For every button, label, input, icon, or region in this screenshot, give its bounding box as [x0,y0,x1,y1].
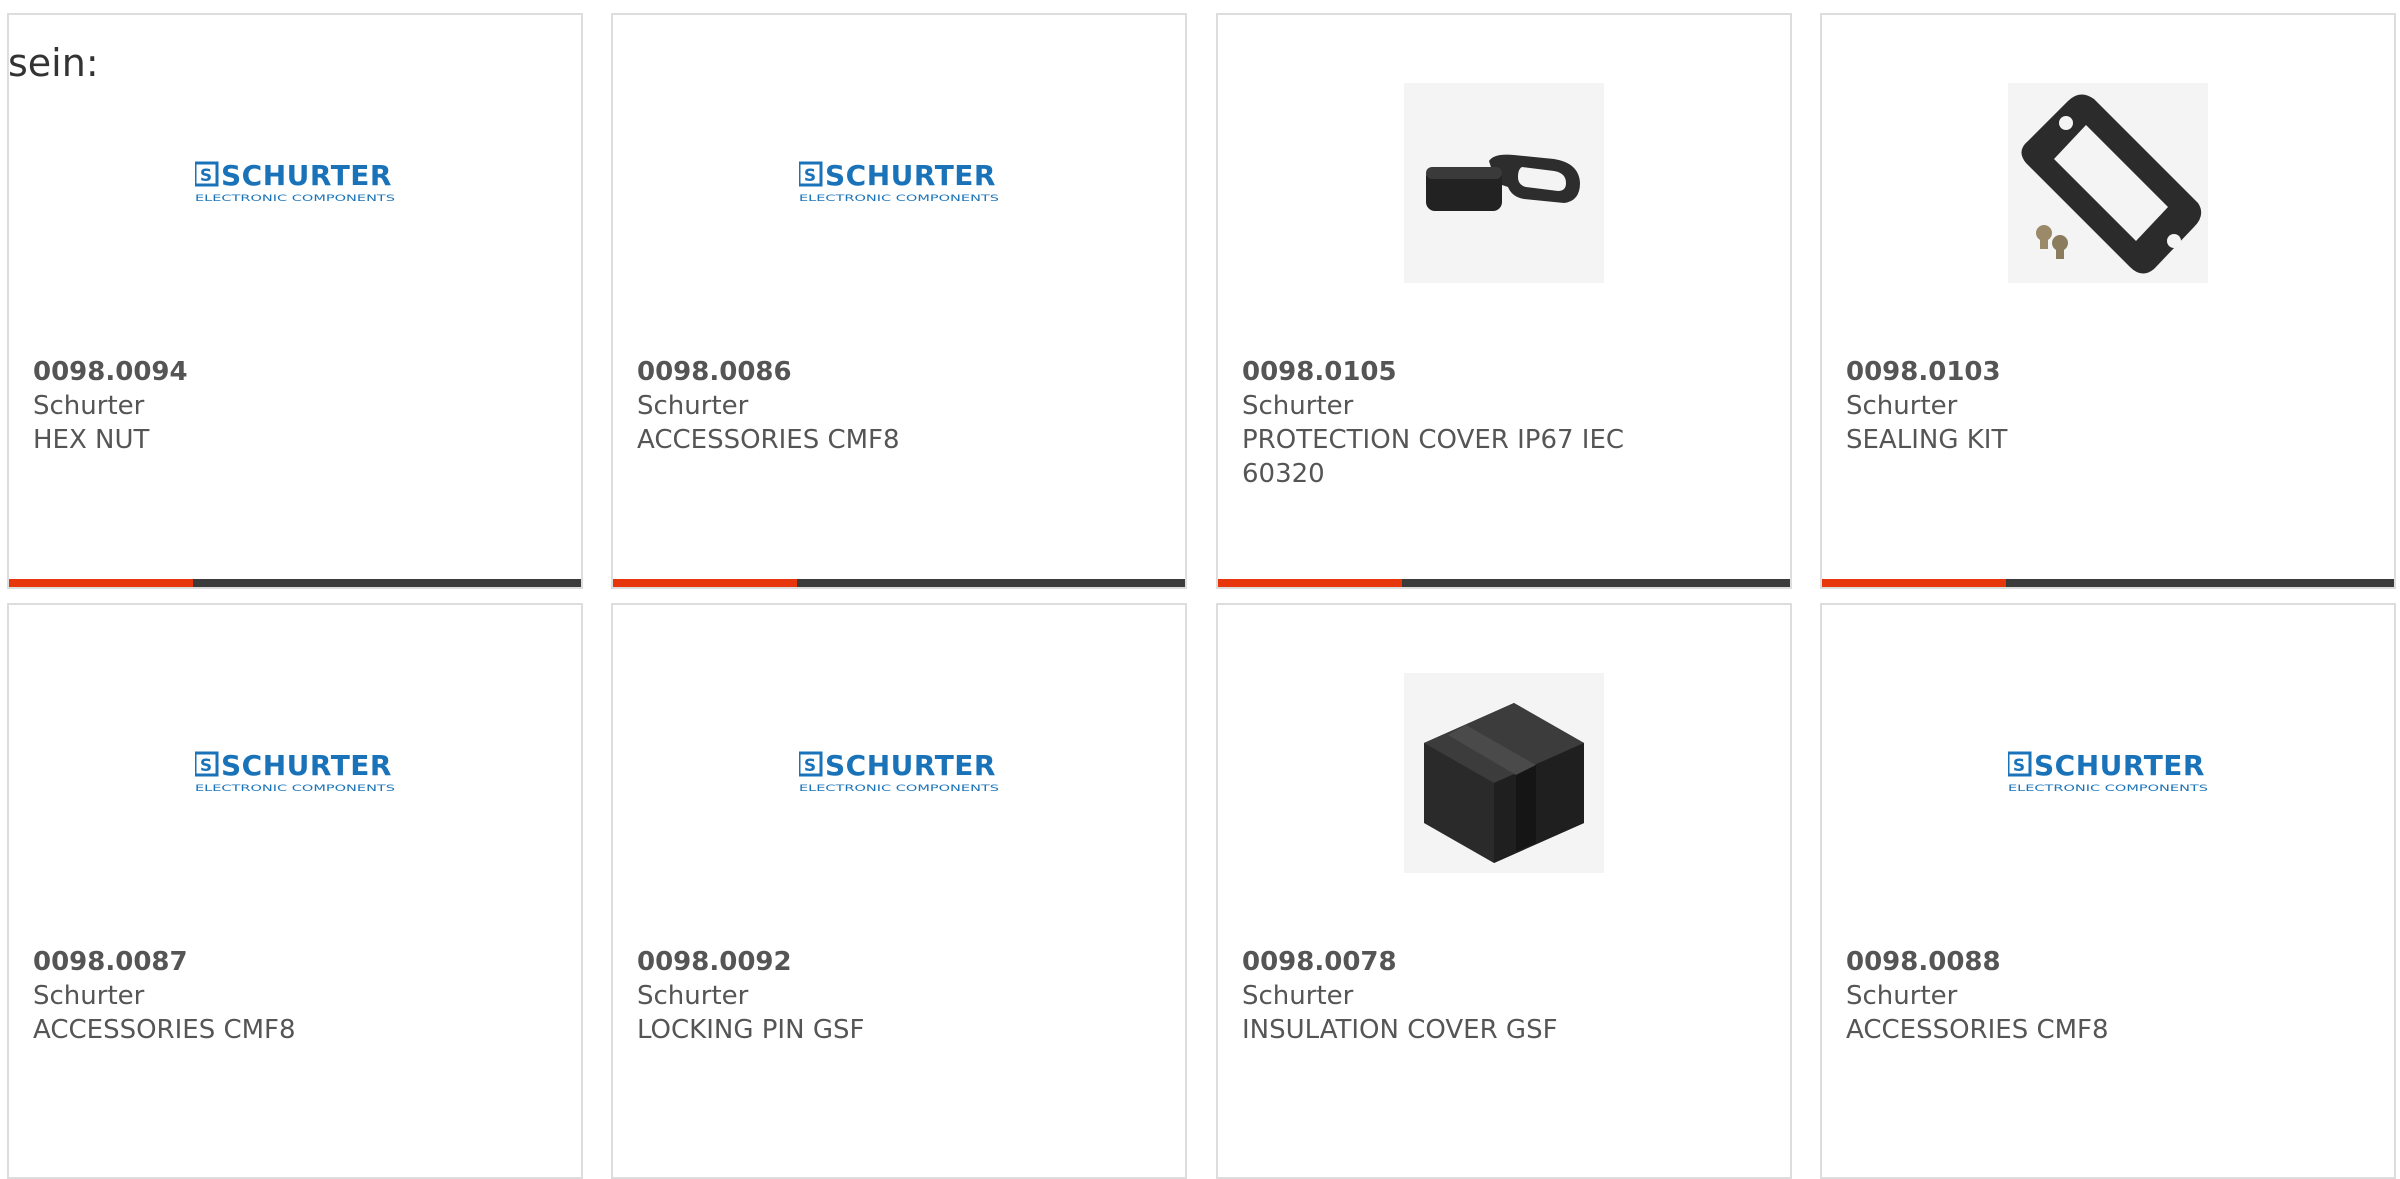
product-description: ACCESSORIES CMF8 [1846,1015,2109,1045]
schurter-logo-icon: S SCHURTER ELECTRONIC COMPONENTS [799,159,999,204]
part-number[interactable]: 0098.0103 [1846,355,2370,389]
logo-mark: S [804,756,816,776]
manufacturer: Schurter [1846,391,1958,421]
accent-segment [1218,579,1402,587]
product-description: PROTECTION COVER IP67 IEC 60320 [1242,425,1625,489]
card-accent-bar [1822,579,2394,587]
product-info: 0098.0094 Schurter HEX NUT [33,355,557,457]
product-image[interactable]: S SCHURTER ELECTRONIC COMPONENTS [2008,673,2208,873]
logo-mark: S [200,166,212,186]
product-image[interactable]: S SCHURTER ELECTRONIC COMPONENTS [195,83,395,283]
product-description: INSULATION COVER GSF [1242,1015,1558,1045]
sealing-gasket-icon [2008,83,2208,283]
product-description: ACCESSORIES CMF8 [33,1015,296,1045]
product-image[interactable] [1404,673,1604,873]
intro-text: sein: [8,41,99,85]
logo-brand: SCHURTER [825,749,996,782]
logo-tagline: ELECTRONIC COMPONENTS [799,784,999,794]
logo-brand: SCHURTER [825,159,996,192]
product-image[interactable] [1404,83,1604,283]
product-info: 0098.0086 Schurter ACCESSORIES CMF8 [637,355,1161,457]
product-card[interactable]: S SCHURTER ELECTRONIC COMPONENTS 0098.00… [611,13,1187,589]
product-info: 0098.0087 Schurter ACCESSORIES CMF8 [33,945,557,1047]
logo-brand: SCHURTER [221,749,392,782]
schurter-logo-icon: S SCHURTER ELECTRONIC COMPONENTS [799,749,999,794]
schurter-logo-icon: S SCHURTER ELECTRONIC COMPONENTS [195,749,395,794]
logo-brand: SCHURTER [2034,749,2205,782]
product-description: SEALING KIT [1846,425,2008,455]
product-card[interactable]: 0098.0078 Schurter INSULATION COVER GSF [1216,603,1792,1179]
product-image[interactable] [2008,83,2208,283]
product-info: 0098.0078 Schurter INSULATION COVER GSF [1242,945,1766,1047]
part-number[interactable]: 0098.0078 [1242,945,1766,979]
product-card[interactable]: 0098.0105 Schurter PROTECTION COVER IP67… [1216,13,1792,589]
part-number[interactable]: 0098.0094 [33,355,557,389]
manufacturer: Schurter [1242,391,1354,421]
product-description: LOCKING PIN GSF [637,1015,865,1045]
logo-brand: SCHURTER [221,159,392,192]
manufacturer: Schurter [637,391,749,421]
product-info: 0098.0105 Schurter PROTECTION COVER IP67… [1242,355,1766,491]
manufacturer: Schurter [33,981,145,1011]
accent-segment [1822,579,2006,587]
part-number[interactable]: 0098.0092 [637,945,1161,979]
part-number[interactable]: 0098.0087 [33,945,557,979]
logo-tagline: ELECTRONIC COMPONENTS [2008,784,2208,794]
product-info: 0098.0092 Schurter LOCKING PIN GSF [637,945,1161,1047]
logo-tagline: ELECTRONIC COMPONENTS [195,784,395,794]
manufacturer: Schurter [1846,981,1958,1011]
product-description: HEX NUT [33,425,150,455]
product-card[interactable]: S SCHURTER ELECTRONIC COMPONENTS 0098.00… [611,603,1187,1179]
product-card[interactable]: S SCHURTER ELECTRONIC COMPONENTS 0098.00… [1820,603,2396,1179]
product-image[interactable]: S SCHURTER ELECTRONIC COMPONENTS [195,673,395,873]
product-info: 0098.0103 Schurter SEALING KIT [1846,355,2370,457]
schurter-logo-icon: S SCHURTER ELECTRONIC COMPONENTS [195,159,395,204]
logo-mark: S [200,756,212,776]
product-card[interactable]: S SCHURTER ELECTRONIC COMPONENTS 0098.00… [7,13,583,589]
accent-segment [613,579,797,587]
schurter-logo-icon: S SCHURTER ELECTRONIC COMPONENTS [2008,749,2208,794]
part-number[interactable]: 0098.0105 [1242,355,1766,389]
manufacturer: Schurter [33,391,145,421]
protection-cover-icon [1404,83,1604,283]
manufacturer: Schurter [1242,981,1354,1011]
product-description: ACCESSORIES CMF8 [637,425,900,455]
part-number[interactable]: 0098.0088 [1846,945,2370,979]
product-card[interactable]: 0098.0103 Schurter SEALING KIT [1820,13,2396,589]
product-image[interactable]: S SCHURTER ELECTRONIC COMPONENTS [799,83,999,283]
logo-mark: S [2013,756,2025,776]
logo-tagline: ELECTRONIC COMPONENTS [799,194,999,204]
logo-mark: S [804,166,816,186]
manufacturer: Schurter [637,981,749,1011]
part-number[interactable]: 0098.0086 [637,355,1161,389]
insulation-cover-icon [1404,673,1604,873]
card-accent-bar [9,579,581,587]
accent-segment [9,579,193,587]
card-accent-bar [613,579,1185,587]
product-info: 0098.0088 Schurter ACCESSORIES CMF8 [1846,945,2370,1047]
product-card[interactable]: S SCHURTER ELECTRONIC COMPONENTS 0098.00… [7,603,583,1179]
logo-tagline: ELECTRONIC COMPONENTS [195,194,395,204]
product-image[interactable]: S SCHURTER ELECTRONIC COMPONENTS [799,673,999,873]
card-accent-bar [1218,579,1790,587]
